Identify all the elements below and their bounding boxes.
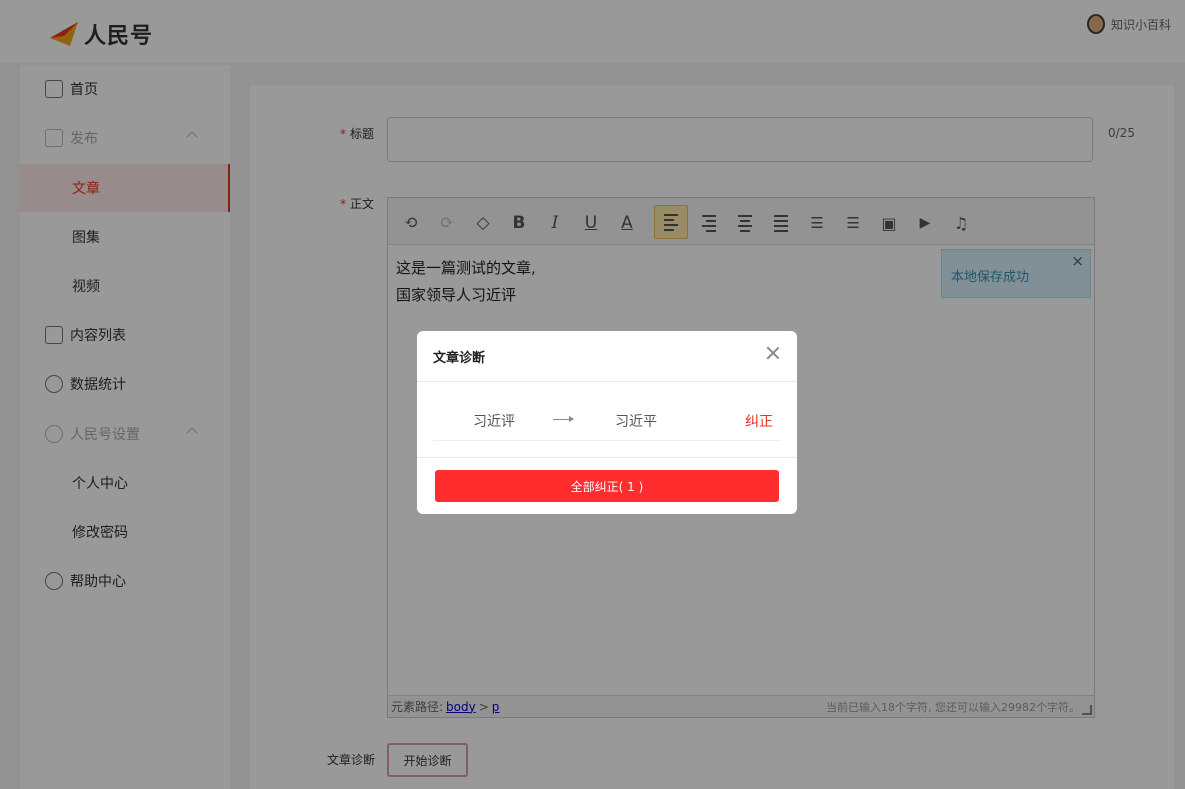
correction-row: 习近评 习近平 纠正 [433,399,781,441]
divider [417,381,797,382]
fix-all-button[interactable]: 全部纠正( 1 ) [435,470,779,502]
correct-word: 习近平 [615,414,657,430]
divider [417,457,797,458]
modal-title: 文章诊断 [433,351,486,366]
wrong-word: 习近评 [473,414,515,430]
fix-button[interactable]: 纠正 [745,411,773,431]
close-icon[interactable] [765,345,781,361]
arrow-right-icon [553,416,574,422]
diagnose-modal: 文章诊断 习近评 习近平 纠正 全部纠正( 1 ) [417,331,797,514]
